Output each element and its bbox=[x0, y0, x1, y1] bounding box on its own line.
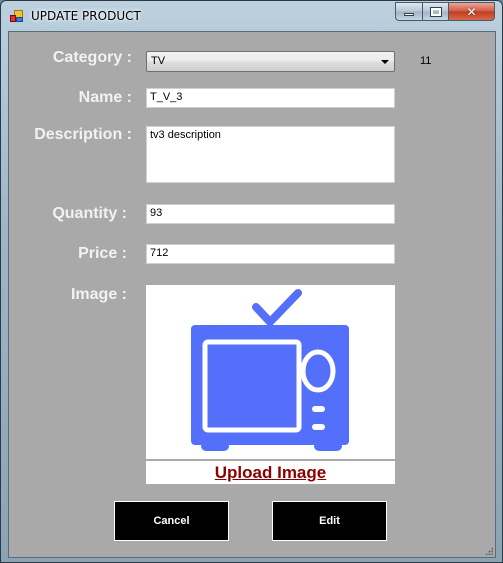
price-label: Price : bbox=[78, 245, 127, 262]
minimize-icon bbox=[404, 12, 414, 16]
quantity-label: Quantity : bbox=[52, 205, 127, 222]
title-bar[interactable]: UPDATE PRODUCT ✕ bbox=[1, 1, 502, 31]
close-button[interactable]: ✕ bbox=[448, 2, 495, 21]
product-id: 11 bbox=[420, 55, 432, 67]
resize-grip[interactable] bbox=[485, 547, 493, 555]
description-label: Description : bbox=[34, 126, 132, 143]
minimize-button[interactable] bbox=[395, 2, 423, 21]
description-textarea[interactable]: tv3 description bbox=[146, 126, 395, 183]
window-title: UPDATE PRODUCT bbox=[31, 9, 141, 23]
quantity-input[interactable]: 93 bbox=[146, 204, 395, 224]
form-panel: Category : TV 11 Name : T_V_3 Descriptio… bbox=[8, 31, 496, 558]
tv-icon bbox=[191, 289, 349, 451]
price-input[interactable]: 712 bbox=[146, 244, 395, 264]
upload-image-label: Upload Image bbox=[214, 463, 327, 482]
category-select[interactable]: TV bbox=[146, 51, 395, 72]
name-input[interactable]: T_V_3 bbox=[146, 88, 395, 108]
edit-button[interactable]: Edit bbox=[272, 501, 387, 541]
maximize-button[interactable] bbox=[422, 2, 449, 21]
category-value: TV bbox=[151, 55, 166, 67]
upload-image-link[interactable]: Upload Image bbox=[146, 461, 395, 484]
close-icon: ✕ bbox=[466, 4, 477, 19]
chevron-down-icon bbox=[381, 60, 389, 64]
category-label: Category : bbox=[52, 49, 132, 66]
cancel-button[interactable]: Cancel bbox=[114, 501, 229, 541]
product-image[interactable] bbox=[146, 285, 395, 459]
update-product-window: UPDATE PRODUCT ✕ Category : TV 11 Name :… bbox=[0, 0, 503, 563]
image-label: Image : bbox=[70, 286, 127, 303]
name-label: Name : bbox=[78, 89, 132, 106]
app-icon bbox=[10, 10, 24, 23]
maximize-icon bbox=[429, 6, 442, 17]
